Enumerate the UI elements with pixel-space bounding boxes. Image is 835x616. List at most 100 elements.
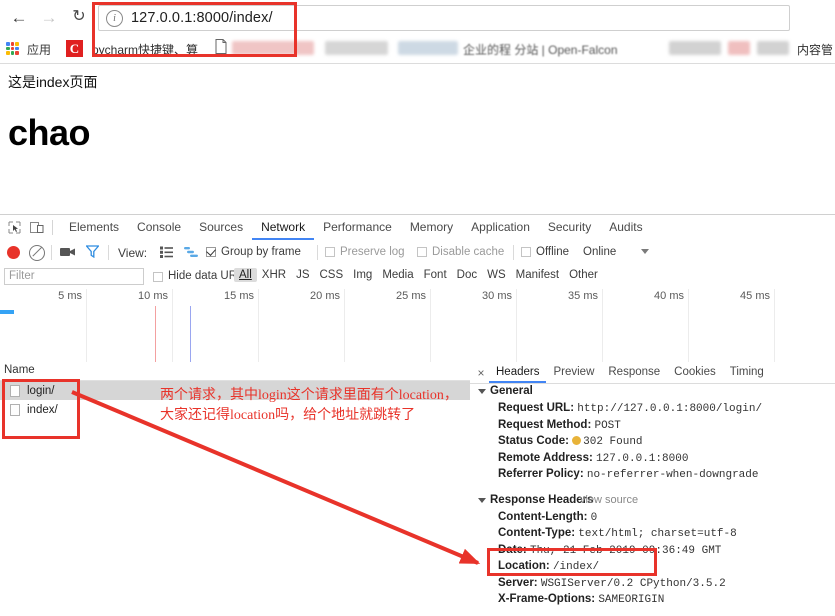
group-by-frame-label[interactable]: Group by frame [221,246,301,258]
group-by-frame-checkbox[interactable] [206,247,216,257]
timeline-gridline [774,289,775,362]
resource-type-js[interactable]: JS [291,268,314,282]
bookmark-apps-label[interactable]: 应用 [27,41,51,58]
response-header-key: Content-Type: [498,527,576,539]
funnel-filter-icon[interactable] [86,245,99,258]
chevron-down-icon[interactable] [478,389,486,394]
referrer-policy-value: no-referrer-when-downgrade [586,469,759,481]
bookmark-blurred-item-6[interactable] [757,41,789,55]
preserve-log-label[interactable]: Preserve log [340,246,405,258]
tab-sources[interactable]: Sources [190,215,252,240]
request-method-value: POST [594,419,621,432]
tab-performance[interactable]: Performance [314,215,401,240]
list-view-icon[interactable] [160,246,173,258]
network-request-list: Name login/ index/ [0,362,471,616]
disable-cache-label[interactable]: Disable cache [432,246,504,258]
detail-tab-headers[interactable]: Headers [489,362,547,383]
bookmark-blurred-item-3[interactable] [398,41,458,55]
tab-console[interactable]: Console [128,215,190,240]
timeline-ticks: 5 ms 10 ms 15 ms 20 ms 25 ms 30 ms 35 ms 40 ms 4… [0,289,835,362]
request-url-value: http://127.0.0.1:8000/login/ [577,403,763,415]
view-source-link[interactable]: view source [580,492,638,509]
resource-type-css[interactable]: CSS [314,268,348,282]
waterfall-view-icon[interactable] [184,246,198,258]
response-header-key: Date: [498,543,527,556]
chevron-down-icon[interactable] [478,497,486,503]
tab-network[interactable]: Network [252,215,315,240]
offline-label[interactable]: Offline [536,246,569,258]
column-header-name[interactable]: Name [4,364,35,376]
response-header-key: X-Frame-Options: [498,593,596,605]
clear-icon[interactable] [29,245,45,261]
resource-type-doc[interactable]: Doc [452,268,482,282]
response-header-key: Content-Length: [498,510,588,523]
table-row[interactable]: login/ [0,381,470,400]
timeline-tick-label: 15 ms [224,290,254,302]
filter-input[interactable]: Filter [4,268,144,285]
tab-security[interactable]: Security [539,215,600,240]
table-row[interactable]: index/ [0,400,470,419]
address-bar[interactable]: i 127.0.0.1:8000/index/ [98,5,790,31]
resource-type-ws[interactable]: WS [482,268,511,282]
reload-button[interactable]: ↻ [66,4,92,30]
header-line-location: Location: /index/ [470,558,835,575]
toolbar-divider-2 [108,245,109,260]
bookmark-item-open-falcon[interactable]: 企业的程 分站 | Open-Falcon [463,41,618,58]
detail-tab-preview[interactable]: Preview [546,362,601,383]
response-headers-section-title[interactable]: Response Headers view source [470,492,835,509]
network-timeline-overview[interactable]: 5 ms 10 ms 15 ms 20 ms 25 ms 30 ms 35 ms 40 ms 4… [0,289,835,363]
detail-tabbar: × Headers Preview Response Cookies Timing [470,362,835,384]
resource-type-all[interactable]: All [234,268,257,282]
offline-checkbox[interactable] [521,247,531,257]
timeline-network-bar [0,310,14,314]
detail-tab-response[interactable]: Response [601,362,667,383]
close-icon[interactable]: × [473,366,489,380]
resource-type-font[interactable]: Font [419,268,452,282]
disable-cache-checkbox[interactable] [417,247,427,257]
resource-type-manifest[interactable]: Manifest [511,268,564,282]
apps-grid-icon[interactable] [6,42,19,55]
bookmark-blurred-item-2[interactable] [325,41,388,55]
record-button[interactable] [7,246,20,259]
resource-type-xhr[interactable]: XHR [257,268,291,282]
bookmark-item-rightmost[interactable]: 内容管 [797,41,833,58]
tab-memory[interactable]: Memory [401,215,462,240]
chevron-down-icon[interactable] [641,249,649,254]
resource-type-media[interactable]: Media [377,268,418,282]
page-paragraph: 这是index页面 [8,74,98,90]
back-button[interactable]: ← [6,4,32,30]
document-icon [10,384,20,397]
preserve-log-checkbox[interactable] [325,247,335,257]
timeline-tick-label: 25 ms [396,290,426,302]
hide-data-urls-checkbox[interactable] [153,272,163,282]
header-line-remote-address: Remote Address: 127.0.0.1:8000 [470,450,835,467]
site-info-icon[interactable]: i [106,9,123,27]
headers-body: General Request URL: http://127.0.0.1:80… [470,383,835,616]
bookmark-blurred-item-1[interactable] [232,41,314,55]
tab-application[interactable]: Application [462,215,539,240]
bookmark-blurred-item-4[interactable] [669,41,721,55]
timeline-gridline [86,289,87,362]
bookmark-blurred-item-5[interactable] [728,41,750,55]
bookmark-item-pycharm[interactable]: pycharm快捷键、算 [92,41,198,58]
camera-icon[interactable] [60,247,75,257]
detail-tab-cookies[interactable]: Cookies [667,362,723,383]
detail-tab-timing[interactable]: Timing [723,362,771,383]
response-headers-title-text: Response Headers [490,493,594,506]
timeline-gridline [516,289,517,362]
status-code-value: 302 Found [583,436,643,448]
bookmark-c-icon[interactable]: C [66,40,83,57]
header-line-content-type: Content-Type: text/html; charset=utf-8 [470,525,835,542]
page-heading: chao [8,112,91,153]
forward-button[interactable]: → [36,4,62,30]
resource-type-other[interactable]: Other [564,268,603,282]
online-throttling-label[interactable]: Online [583,246,616,258]
tab-audits[interactable]: Audits [600,215,651,240]
device-toolbar-icon[interactable] [28,219,45,236]
tab-elements[interactable]: Elements [60,215,128,240]
header-line-x-frame-options: X-Frame-Options: SAMEORIGIN [470,591,835,608]
inspect-element-icon[interactable] [6,219,23,236]
resource-type-img[interactable]: Img [348,268,377,282]
toolbar-divider-4 [513,245,514,260]
general-section-title[interactable]: General [470,383,835,400]
